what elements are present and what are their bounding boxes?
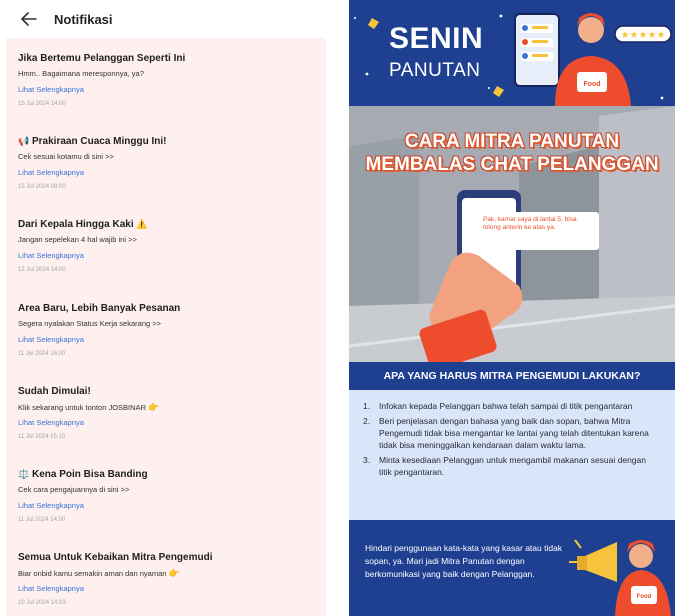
notification-item[interactable]: Dari Kepala Hingga Kaki ⚠️ Jangan sepele… [18, 218, 318, 274]
notification-date: 11 Jul 2024 14:00 [18, 517, 66, 523]
notification-title: Dari Kepala Hingga Kaki ⚠️ [18, 219, 148, 230]
notification-date: 15 Jul 2024 08:00 [18, 184, 66, 190]
notification-subtitle: Jangan sepelekan 4 hal wajib ini >> [18, 235, 137, 244]
notification-date: 10 Jul 2024 14:03 [18, 600, 66, 606]
notification-list: Jika Bertemu Pelanggan Seperti Ini Hmm..… [6, 38, 326, 616]
chat-bubble: Pak, kamar saya di lantai 5, bisa tolong… [477, 212, 599, 250]
see-more-link[interactable]: Lihat Selengkapnya [18, 251, 318, 261]
step-item: 1. Infokan kepada Pelanggan bahwa telah s… [363, 401, 633, 411]
notification-panel: Notifikasi Jika Bertemu Pelanggan Sepert… [0, 0, 330, 616]
see-more-link[interactable]: Lihat Selengkapnya [18, 168, 318, 178]
notification-subtitle: Klik sekarang untuk tonton JOSBINAR 👉 [18, 402, 160, 412]
see-more-link[interactable]: Lihat Selengkapnya [18, 584, 318, 594]
megaphone-icon: 📢 [18, 136, 30, 146]
notification-subtitle: Hmm.. Bagaimana meresponnya, ya? [18, 69, 144, 78]
notification-item[interactable]: Area Baru, Lebih Banyak Pesanan Segera n… [18, 302, 318, 358]
article-headline: CARA MITRA PANUTAN MEMBALAS CHAT PELANGG… [365, 131, 659, 175]
notification-item[interactable]: Semua Untuk Kebaikan Mitra Pengemudi Bia… [18, 551, 318, 607]
top-bar: Notifikasi [0, 0, 330, 38]
notification-subtitle: Cek sesuai kotamu di sini >> [18, 152, 114, 161]
notification-title: Jika Bertemu Pelanggan Seperti Ini [18, 53, 186, 64]
notification-date: 15 Jul 2024 14:00 [18, 101, 66, 107]
notification-title: 📢 Prakiraan Cuaca Minggu Ini! [18, 136, 167, 147]
warning-icon: ⚠️ [136, 219, 148, 229]
notification-item[interactable]: 📢 Prakiraan Cuaca Minggu Ini! Cek sesuai… [18, 135, 318, 191]
article-image: Food ★★★★★ SENIN PANUTAN CARA MITRA PANU… [349, 0, 675, 616]
scales-icon: ⚖️ [18, 469, 30, 479]
step-item: 2. Beri penjelasan dengan bahasa yang bai… [363, 416, 649, 450]
back-button[interactable] [18, 8, 40, 30]
notification-title: Sudah Dimulai! [18, 386, 91, 397]
page-title: Notifikasi [54, 11, 113, 27]
tip-box: Hindari penggunaan kata-kata yang kasar … [349, 520, 675, 616]
illustration-scene: CARA MITRA PANUTAN MEMBALAS CHAT PELANGG… [349, 106, 675, 362]
steps-list: 1. Infokan kepada Pelanggan bahwa telah s… [349, 390, 675, 520]
notification-item[interactable]: ⚖️ Kena Poin Bisa Banding Cek cara penga… [18, 468, 318, 524]
notification-item[interactable]: Jika Bertemu Pelanggan Seperti Ini Hmm..… [18, 52, 318, 108]
notification-title: Area Baru, Lebih Banyak Pesanan [18, 303, 181, 314]
banner-header: Food ★★★★★ SENIN PANUTAN [349, 0, 675, 106]
banner-title-line2: PANUTAN [389, 60, 481, 81]
notification-date: 12 Jul 2024 14:00 [18, 267, 66, 273]
notification-date: 11 Jul 2024 16:00 [18, 351, 66, 357]
svg-text:Food: Food [637, 594, 652, 600]
see-more-link[interactable]: Lihat Selengkapnya [18, 85, 318, 95]
step-item: 3. Minta kesediaan Pelanggan untuk mengam… [363, 455, 646, 477]
notification-title: ⚖️ Kena Poin Bisa Banding [18, 469, 148, 480]
notification-subtitle: Segera nyalakan Status Kerja sekarang >> [18, 319, 162, 328]
section-title: APA YANG HARUS MITRA PENGEMUDI LAKUKAN? [349, 362, 675, 390]
svg-text:★★★★★: ★★★★★ [621, 30, 666, 41]
notification-subtitle: Cek cara pengajuannya di sini >> [18, 485, 130, 494]
notification-title: Semua Untuk Kebaikan Mitra Pengemudi [18, 552, 213, 563]
notification-date: 11 Jul 2024 15:15 [18, 434, 66, 440]
notification-subtitle: Biar onbid kamu semakin aman dan nyaman … [18, 568, 180, 578]
see-more-link[interactable]: Lihat Selengkapnya [18, 335, 318, 345]
arrow-left-icon [21, 12, 37, 26]
megaphone-driver-illustration: Food [569, 539, 671, 616]
see-more-link[interactable]: Lihat Selengkapnya [18, 501, 318, 511]
pointing-hand-icon: 👉 [148, 402, 160, 412]
pointing-hand-icon: 👉 [168, 568, 180, 578]
banner-title-line1: SENIN [389, 22, 484, 55]
svg-text:Food: Food [583, 81, 600, 88]
notification-item[interactable]: Sudah Dimulai! Klik sekarang untuk tonto… [18, 385, 318, 441]
see-more-link[interactable]: Lihat Selengkapnya [18, 418, 318, 428]
